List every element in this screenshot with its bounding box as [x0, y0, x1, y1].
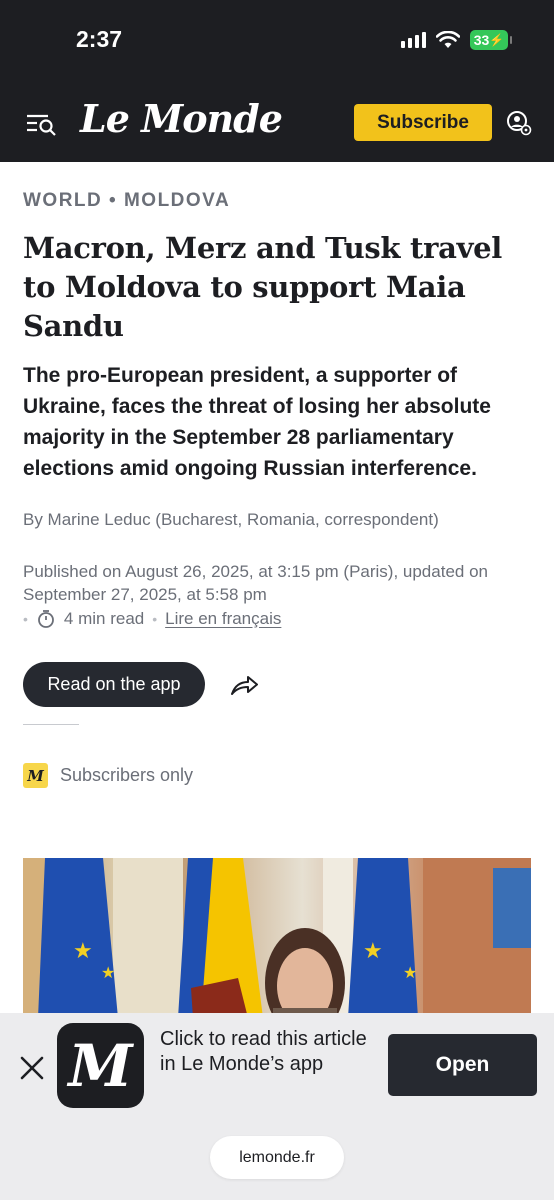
lire-en-francais-link[interactable]: Lire en français — [165, 609, 281, 629]
article-headline: Macron, Merz and Tusk travel to Moldova … — [23, 231, 502, 343]
banner-message: Click to read this article in Le Monde’s… — [160, 1028, 367, 1075]
menu-search-icon[interactable] — [26, 112, 58, 136]
article-dek: The pro-European president, a supporter … — [23, 364, 491, 480]
open-app-button[interactable]: Open — [388, 1034, 537, 1096]
divider — [23, 724, 79, 725]
svg-text:★: ★ — [101, 963, 115, 982]
svg-text:★: ★ — [363, 939, 383, 964]
status-icons: 33 ⚡ — [401, 30, 512, 50]
article-photo: ★ ★ ★ ★ — [23, 858, 531, 1018]
svg-text:★: ★ — [73, 939, 93, 964]
subscribers-only-label: Subscribers only — [60, 765, 194, 785]
article-published-date: Published on August 26, 2025, at 3:15 pm… — [23, 562, 488, 604]
battery-icon: 33 ⚡ — [470, 30, 512, 50]
svg-text:★: ★ — [403, 963, 417, 982]
account-settings-icon[interactable] — [506, 110, 532, 136]
status-time: 2:37 — [76, 26, 123, 52]
close-icon[interactable] — [19, 1055, 45, 1081]
share-icon[interactable] — [230, 673, 260, 697]
separator-dot: • — [152, 611, 158, 627]
read-on-app-button[interactable]: Read on the app — [23, 662, 205, 707]
le-monde-m-icon: M — [23, 763, 48, 788]
eu-flag — [38, 858, 118, 1018]
timer-icon — [38, 610, 54, 628]
battery-level: 33 — [473, 32, 490, 48]
top-bar: 2:37 33 ⚡ Le Monde Subscribe — [0, 0, 554, 162]
article-kicker[interactable]: WORLD • MOLDOVA — [23, 190, 230, 212]
subscribe-button[interactable]: Subscribe — [354, 104, 492, 141]
read-time: 4 min read — [63, 609, 145, 628]
subscribers-only-tag: M Subscribers only — [23, 763, 193, 788]
le-monde-logo[interactable]: Le Monde — [80, 96, 283, 141]
browser-url-bar[interactable]: lemonde.fr — [210, 1136, 344, 1179]
article-meta: • 4 min read • Lire en français — [23, 609, 281, 629]
separator-dot: • — [23, 611, 28, 627]
article-byline: By Marine Leduc (Bucharest, Romania, cor… — [23, 510, 439, 529]
wifi-icon — [436, 31, 460, 48]
cellular-signal-icon — [401, 32, 426, 48]
le-monde-app-icon: M — [57, 1023, 144, 1108]
